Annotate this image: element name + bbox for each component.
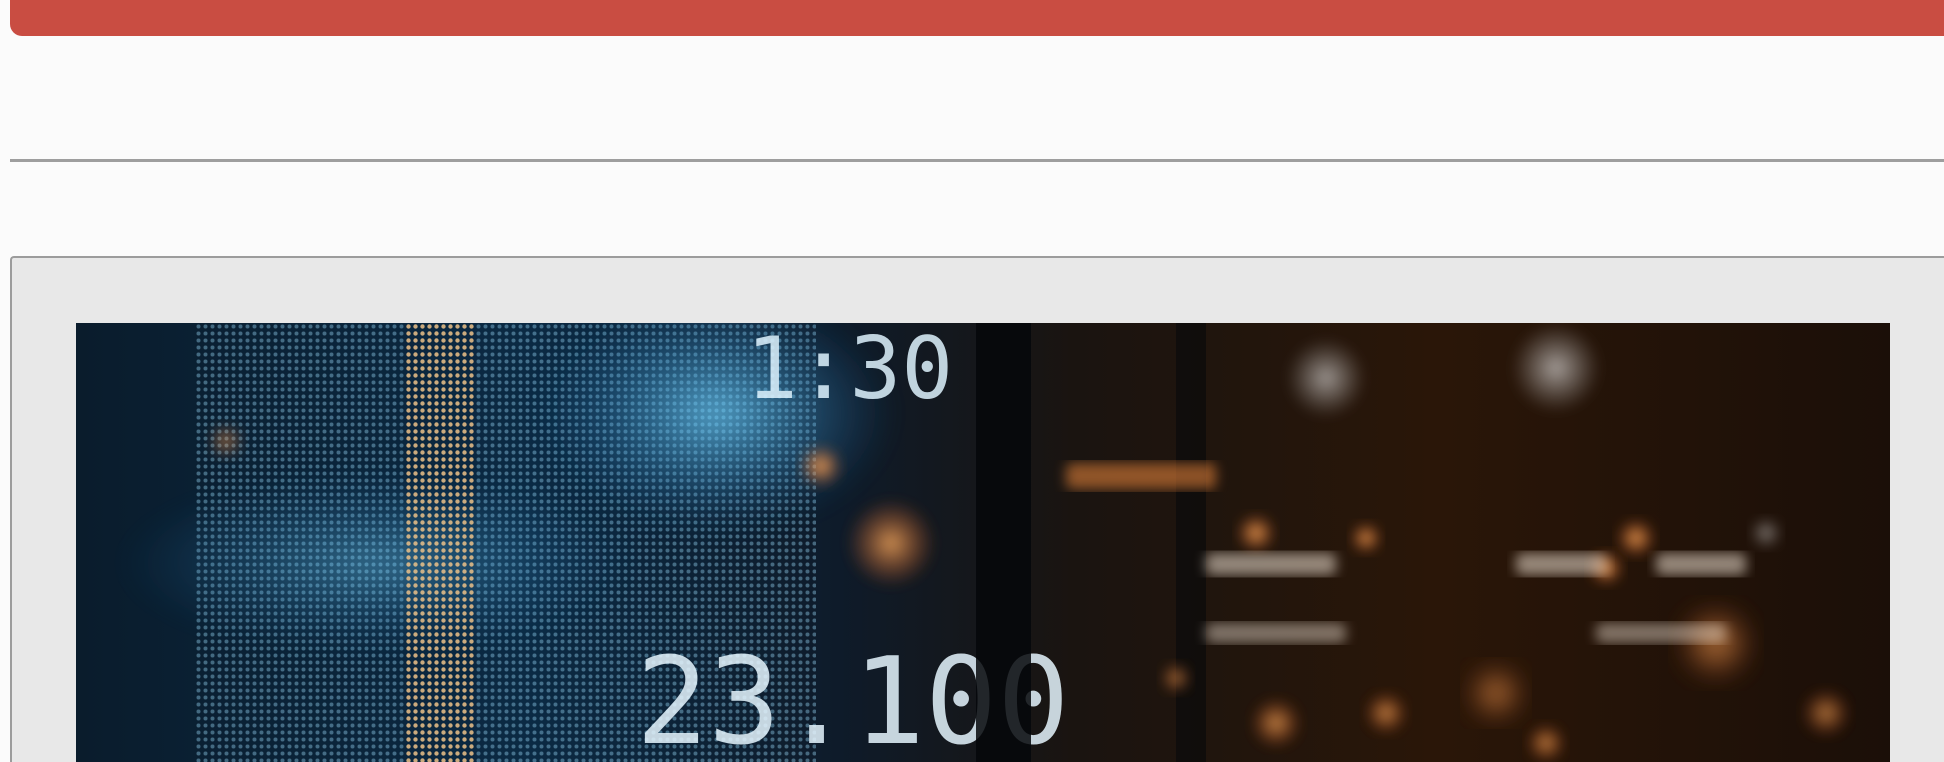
header-divider: [10, 159, 1944, 162]
hero-image: 1:30 23.100: [76, 323, 1890, 762]
stock-ticker-display-photo: 1:30 23.100: [76, 323, 1890, 762]
page: 1:30 23.100: [0, 0, 1944, 762]
header-blank-area: [0, 36, 1944, 160]
header-accent-bar: [10, 0, 1944, 36]
ticker-digits-top: 1:30: [746, 323, 953, 419]
